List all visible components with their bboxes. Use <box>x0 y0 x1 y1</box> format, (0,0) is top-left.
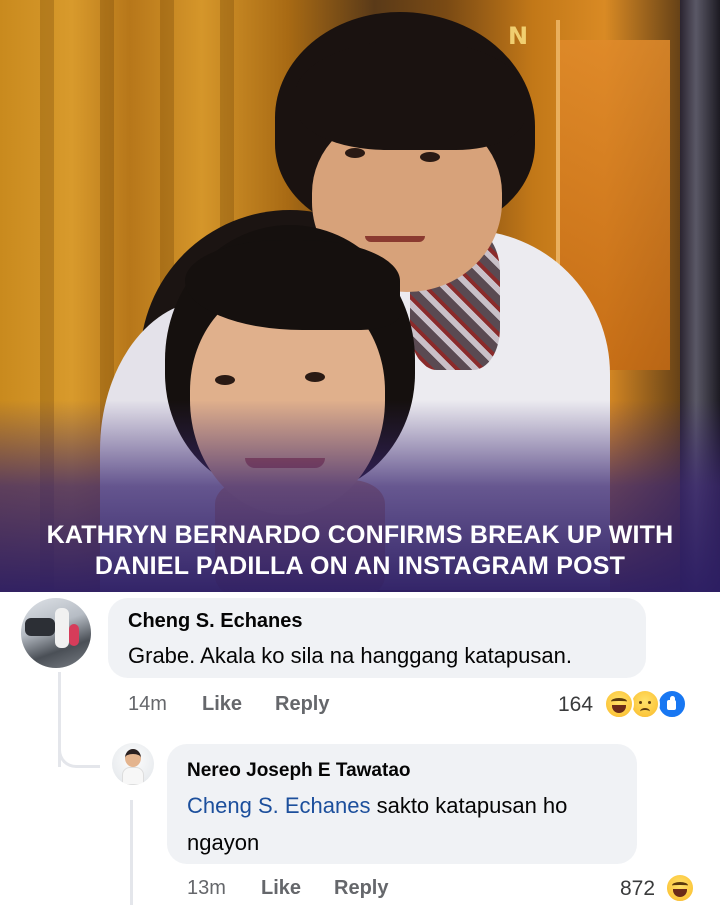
eye <box>345 148 365 158</box>
comment-author[interactable]: Nereo Joseph E Tawatao <box>187 760 411 782</box>
like-button[interactable]: Like <box>261 877 301 900</box>
like-button[interactable]: Like <box>202 693 242 716</box>
avatar[interactable] <box>21 598 91 668</box>
comment-author[interactable]: Cheng S. Echanes <box>128 610 303 633</box>
haha-icon <box>604 689 634 719</box>
eye <box>305 372 325 382</box>
avatar-detail <box>25 618 55 636</box>
avatar-detail <box>122 767 144 785</box>
avatar-detail <box>125 749 141 767</box>
comment-bubble: Nereo Joseph E Tawatao Cheng S. Echanes … <box>167 744 637 864</box>
comment-text-line: ngayon <box>187 830 260 855</box>
thread-connector <box>58 728 100 768</box>
post-photo[interactable]: N KATHRYN BERNARDO CONFIRMS BREAK UP WIT… <box>0 0 720 592</box>
avatar-detail <box>55 608 69 648</box>
avatar-detail <box>69 624 79 646</box>
sad-icon <box>630 689 660 719</box>
mention-link[interactable]: Cheng S. Echanes <box>187 793 370 818</box>
comment-text: Cheng S. Echanes sakto katapusan ho <box>187 788 567 824</box>
avatar[interactable] <box>112 743 154 785</box>
background-sign: N <box>508 22 529 50</box>
comment-bubble: Cheng S. Echanes Grabe. Akala ko sila na… <box>108 598 646 678</box>
person-fringe <box>295 40 525 150</box>
reply-button[interactable]: Reply <box>275 693 329 716</box>
comment-text-line: sakto katapusan ho <box>370 793 568 818</box>
post-headline: KATHRYN BERNARDO CONFIRMS BREAK UP WITH … <box>46 521 674 580</box>
comment-timestamp[interactable]: 14m <box>128 693 167 716</box>
reaction-count[interactable]: 164 <box>558 693 593 717</box>
like-icon <box>657 689 687 719</box>
comment-text: Grabe. Akala ko sila na hanggang katapus… <box>128 643 572 668</box>
thread-connector <box>130 800 133 905</box>
eye <box>420 152 440 162</box>
reaction-count[interactable]: 872 <box>620 877 655 901</box>
eye <box>215 375 235 385</box>
reply-button[interactable]: Reply <box>334 877 388 900</box>
haha-icon <box>665 873 695 903</box>
comment-timestamp[interactable]: 13m <box>187 877 226 900</box>
smile <box>365 236 425 242</box>
